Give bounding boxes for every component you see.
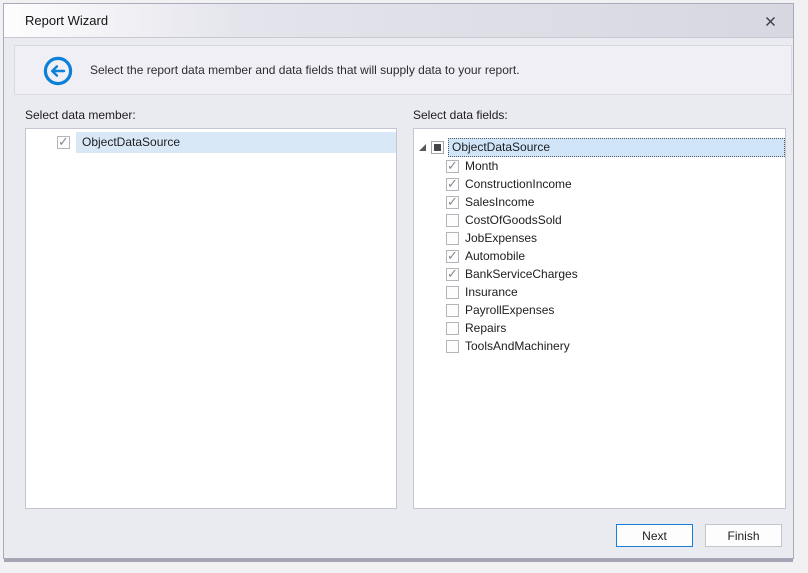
tree-field-row[interactable]: CostOfGoodsSold: [414, 211, 785, 229]
tree-field-label[interactable]: PayrollExpenses: [465, 301, 554, 319]
back-button[interactable]: [43, 56, 73, 86]
tree-field-label[interactable]: ToolsAndMachinery: [465, 337, 570, 355]
tree-field-row[interactable]: Repairs: [414, 319, 785, 337]
tree-field-row[interactable]: ConstructionIncome: [414, 175, 785, 193]
tree-field-label[interactable]: CostOfGoodsSold: [465, 211, 562, 229]
finish-button[interactable]: Finish: [705, 524, 782, 547]
data-fields-tree: ObjectDataSourceMonthConstructionIncomeS…: [414, 129, 785, 355]
checkbox-unchecked-icon[interactable]: [446, 322, 459, 335]
data-member-listbox[interactable]: ObjectDataSource: [25, 128, 397, 509]
tree-field-label[interactable]: SalesIncome: [465, 193, 534, 211]
checkbox-unchecked-icon[interactable]: [446, 304, 459, 317]
tree-root-node[interactable]: ObjectDataSource: [414, 138, 785, 157]
checkbox-indeterminate-icon[interactable]: [431, 141, 444, 154]
checkbox-checked-icon[interactable]: [446, 250, 459, 263]
tree-field-label[interactable]: Insurance: [465, 283, 518, 301]
close-icon: [765, 16, 776, 27]
data-member-label: Select data member:: [25, 108, 136, 122]
tree-field-label[interactable]: Month: [465, 157, 498, 175]
checkbox-checked-icon[interactable]: [446, 160, 459, 173]
checkbox-checked-icon[interactable]: [446, 268, 459, 281]
back-arrow-icon: [43, 56, 73, 86]
report-wizard-dialog: Report Wizard Select the report data mem…: [3, 3, 794, 559]
tree-field-row[interactable]: Automobile: [414, 247, 785, 265]
tree-field-row[interactable]: JobExpenses: [414, 229, 785, 247]
tree-field-label[interactable]: JobExpenses: [465, 229, 537, 247]
checkbox-unchecked-icon[interactable]: [446, 286, 459, 299]
tree-field-label[interactable]: BankServiceCharges: [465, 265, 578, 283]
tree-field-row[interactable]: ToolsAndMachinery: [414, 337, 785, 355]
tree-field-row[interactable]: Insurance: [414, 283, 785, 301]
data-member-row[interactable]: ObjectDataSource: [26, 132, 396, 153]
tree-root-label[interactable]: ObjectDataSource: [448, 138, 785, 157]
titlebar: Report Wizard: [4, 4, 793, 38]
tree-field-label[interactable]: ConstructionIncome: [465, 175, 572, 193]
tree-field-row[interactable]: SalesIncome: [414, 193, 785, 211]
wizard-description: Select the report data member and data f…: [90, 46, 520, 94]
checkbox-checked-icon[interactable]: [446, 178, 459, 191]
data-member-item-label[interactable]: ObjectDataSource: [76, 132, 396, 153]
next-button[interactable]: Next: [616, 524, 693, 547]
checkbox-checked-icon[interactable]: [446, 196, 459, 209]
window-title: Report Wizard: [25, 4, 108, 38]
header-band: Select the report data member and data f…: [14, 45, 792, 95]
tree-field-row[interactable]: PayrollExpenses: [414, 301, 785, 319]
checkbox-checked-icon[interactable]: [57, 136, 70, 149]
close-button[interactable]: [759, 4, 781, 38]
tree-field-row[interactable]: Month: [414, 157, 785, 175]
checkbox-unchecked-icon[interactable]: [446, 340, 459, 353]
checkbox-unchecked-icon[interactable]: [446, 214, 459, 227]
expander-icon[interactable]: [418, 143, 427, 152]
data-fields-listbox[interactable]: ObjectDataSourceMonthConstructionIncomeS…: [413, 128, 786, 509]
data-fields-label: Select data fields:: [413, 108, 508, 122]
indeterminate-square: [434, 144, 441, 151]
checkbox-unchecked-icon[interactable]: [446, 232, 459, 245]
tree-field-label[interactable]: Automobile: [465, 247, 525, 265]
tree-field-row[interactable]: BankServiceCharges: [414, 265, 785, 283]
tree-field-label[interactable]: Repairs: [465, 319, 506, 337]
